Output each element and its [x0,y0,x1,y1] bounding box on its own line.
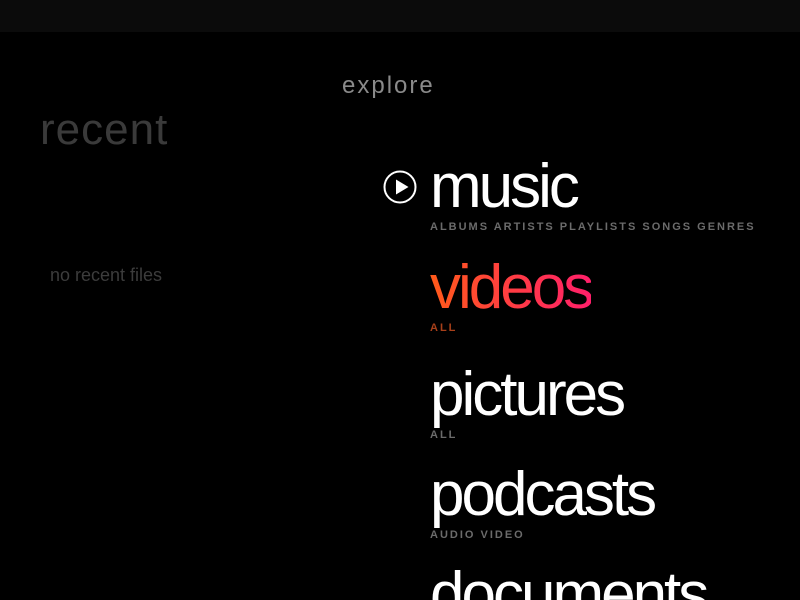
menu-item-subcategories: ALL [430,322,458,334]
menu-item-label: pictures [430,360,626,429]
menu-item-subcategories: ALBUMS ARTISTS PLAYLISTS SONGS GENRES [430,221,756,233]
menu-item-label: podcasts [430,460,657,529]
menu-item-podcasts[interactable]: podcasts AUDIO VIDEO [430,460,657,542]
explore-section-title: explore [342,72,435,99]
menu-item-videos[interactable]: videos ALL [430,253,594,335]
menu-item-label: documents [430,560,709,600]
menu-item-subcategories: AUDIO VIDEO [430,529,525,541]
recent-section-title: recent [40,105,169,154]
menu-item-subcategories: ALL [430,429,458,441]
system-tray-bar [0,0,800,32]
menu-item-documents[interactable]: documents [430,560,709,600]
menu-item-music[interactable]: music ALBUMS ARTISTS PLAYLISTS SONGS GEN… [430,156,756,234]
menu-item-label: music [430,152,580,221]
menu-item-label: videos [430,253,594,322]
play-circle-icon[interactable] [383,170,417,204]
recent-empty-message: no recent files [50,265,163,285]
menu-item-pictures[interactable]: pictures ALL [430,360,626,442]
media-hub-screen: recent no recent files explore music ALB… [0,0,800,600]
